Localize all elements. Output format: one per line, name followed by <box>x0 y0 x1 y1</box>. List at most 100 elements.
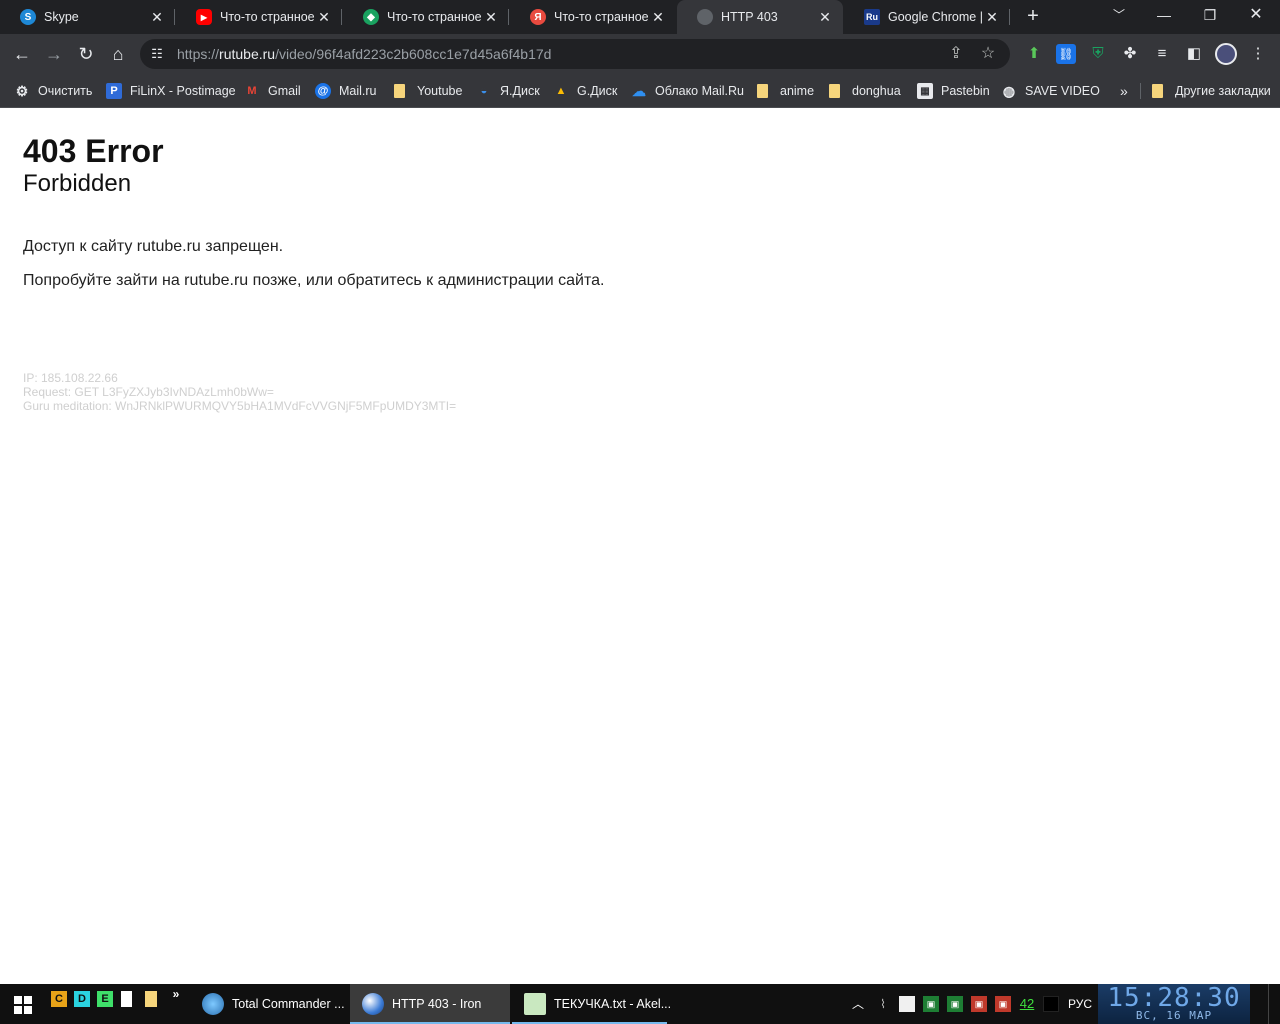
bookmark-yadisk[interactable]: ◒ Я.Диск <box>476 82 540 100</box>
tab-http-403[interactable]: HTTP 403 ✕ <box>677 0 843 34</box>
task-iron-browser[interactable]: HTTP 403 - Iron <box>350 984 510 1024</box>
tray-counter[interactable]: 42 <box>1017 996 1037 1012</box>
tray-red-app-icon-1[interactable]: ▣ <box>971 996 987 1012</box>
tab-title: Что-то странное п <box>387 10 485 24</box>
at-icon: @ <box>315 83 331 99</box>
tab-title: Что-то странное п <box>554 10 652 24</box>
tab-google-chrome[interactable]: Ru Google Chrome | С ✕ <box>844 0 1010 34</box>
folder-icon[interactable] <box>145 991 157 1007</box>
address-bar[interactable]: ☷ https://rutube.ru/video/96f4afd223c2b6… <box>140 39 1010 69</box>
tab-title: Google Chrome | С <box>888 10 986 24</box>
tab-title: HTTP 403 <box>721 10 778 24</box>
bookmark-gdrive[interactable]: ▲ G.Диск <box>553 82 618 100</box>
close-icon[interactable]: ✕ <box>483 9 499 25</box>
gmail-icon: M <box>247 85 257 97</box>
profile-avatar[interactable] <box>1215 43 1237 65</box>
close-icon[interactable]: ✕ <box>650 9 666 25</box>
shield-extension-icon[interactable]: ⛨ <box>1088 44 1108 64</box>
tray-black-app-icon[interactable] <box>1043 996 1059 1012</box>
task-label: Total Commander ... <box>232 997 345 1011</box>
bookmark-postimage[interactable]: P FiLinX - Postimage <box>106 82 236 100</box>
folder-icon <box>394 84 405 98</box>
minimize-button[interactable]: — <box>1141 0 1187 30</box>
extensions-puzzle-icon[interactable]: ✤ <box>1120 44 1140 64</box>
reload-button[interactable]: ↻ <box>72 40 100 68</box>
cloud-icon: ☁ <box>632 82 646 99</box>
bookmark-star-icon[interactable]: ☆ <box>978 44 998 64</box>
close-icon[interactable]: ✕ <box>149 9 165 25</box>
side-panel-icon[interactable]: ◧ <box>1184 44 1204 64</box>
globe-icon: ◍ <box>1002 82 1016 99</box>
home-button[interactable]: ⌂ <box>104 40 132 68</box>
bookmark-label: anime <box>780 84 815 98</box>
page-content: 403 Error Forbidden Доступ к сайту rutub… <box>0 109 1280 984</box>
link-extension-icon[interactable]: ⛓ <box>1056 44 1076 64</box>
tab-yandex[interactable]: Я Что-то странное п ✕ <box>510 0 676 34</box>
bookmarks-divider <box>1140 83 1141 99</box>
quicklaunch-overflow-chevron-icon[interactable]: » <box>168 986 184 1002</box>
bookmark-label: FiLinX - Postimage <box>130 84 236 98</box>
windows-start-icon[interactable] <box>14 996 32 1014</box>
globe-icon <box>697 9 713 25</box>
menu-kebab-icon[interactable]: ⋮ <box>1248 44 1268 64</box>
bookmark-cloud-mailru[interactable]: ☁ Облако Mail.Ru <box>631 82 744 100</box>
url-host: rutube.ru <box>219 46 276 62</box>
bookmark-mailru[interactable]: @ Mail.ru <box>315 82 377 100</box>
clock-date: ВС, 16 МАР <box>1135 1009 1213 1022</box>
close-icon[interactable]: ✕ <box>316 9 332 25</box>
bookmark-youtube-folder[interactable]: Youtube <box>394 82 462 100</box>
tab-green-app[interactable]: ◆ Что-то странное п ✕ <box>343 0 509 34</box>
tray-blank-window-icon[interactable] <box>899 996 915 1012</box>
quicklaunch-drive-d[interactable]: D <box>74 991 90 1007</box>
back-button[interactable]: ← <box>8 40 36 68</box>
green-app-icon: ◆ <box>363 9 379 25</box>
tray-green-app-icon-2[interactable]: ▣ <box>947 996 963 1012</box>
site-info-icon[interactable]: ☷ <box>148 45 166 63</box>
close-icon[interactable]: ✕ <box>817 9 833 25</box>
restore-button[interactable]: ❐ <box>1187 0 1233 30</box>
task-total-commander[interactable]: Total Commander ... <box>190 984 348 1024</box>
bookmark-anime-folder[interactable]: anime <box>757 82 814 100</box>
share-icon[interactable]: ⇪ <box>946 44 966 64</box>
bookmark-label: Gmail <box>268 84 301 98</box>
tab-youtube[interactable]: ▶ Что-то странное п ✕ <box>176 0 342 34</box>
clock[interactable]: 15:28:30 ВС, 16 МАР <box>1098 984 1250 1024</box>
bookmarks-overflow-chevron-icon[interactable]: » <box>1120 82 1128 100</box>
tray-green-app-icon-1[interactable]: ▣ <box>923 996 939 1012</box>
bookmark-donghua-folder[interactable]: donghua <box>829 82 901 100</box>
language-indicator[interactable]: РУС <box>1066 996 1094 1012</box>
bookmark-gmail[interactable]: M Gmail <box>244 82 301 100</box>
retry-later-text: Попробуйте зайти на rutube.ru позже, или… <box>23 272 605 289</box>
bookmark-label: Другие закладки <box>1175 84 1271 98</box>
access-denied-text: Доступ к сайту rutube.ru запрещен. <box>23 238 284 255</box>
folder-icon <box>829 84 840 98</box>
new-tab-button[interactable]: + <box>1022 5 1044 27</box>
guru-meditation-line: Guru meditation: WnJRNklPWURMQVY5bHA1MVd… <box>23 399 457 413</box>
show-desktop-button[interactable] <box>1268 984 1280 1024</box>
green-arrow-extension-icon[interactable]: ⬆ <box>1024 44 1044 64</box>
bookmark-clear[interactable]: ⚙ Очистить <box>14 82 93 100</box>
tray-red-app-icon-2[interactable]: ▣ <box>995 996 1011 1012</box>
close-icon[interactable]: ✕ <box>984 9 1000 25</box>
tab-skype[interactable]: S Skype ✕ <box>0 0 175 34</box>
bookmark-label: Youtube <box>417 84 463 98</box>
document-icon[interactable] <box>121 991 132 1007</box>
url-scheme: https:// <box>177 46 220 62</box>
forward-button[interactable]: → <box>40 40 68 68</box>
browser-toolbar: ← → ↻ ⌂ ☷ https://rutube.ru/video/96f4af… <box>0 34 1280 74</box>
bookmark-other[interactable]: Другие закладки <box>1152 82 1271 100</box>
quicklaunch-drive-e[interactable]: E <box>97 991 113 1007</box>
url-text[interactable]: https://rutube.ru/video/96f4afd223c2b608… <box>177 46 551 62</box>
bookmark-label: donghua <box>852 84 901 98</box>
window-close-button[interactable]: ✕ <box>1233 0 1279 30</box>
paperclip-icon[interactable]: ⌇ <box>876 996 890 1012</box>
error-heading: 403 Error <box>23 133 164 169</box>
bookmark-save-video[interactable]: ◍ SAVE VIDEO <box>1001 82 1100 100</box>
bookmark-pastebin[interactable]: ▦ Pastebin <box>917 82 990 100</box>
tab-search-button[interactable]: ﹀ <box>1096 0 1142 30</box>
media-controls-icon[interactable]: ≡ <box>1152 44 1172 64</box>
task-akelpad[interactable]: ТЕКУЧКА.txt - Akel... <box>512 984 671 1024</box>
ip-line: IP: 185.108.22.66 <box>23 371 118 385</box>
tray-expand-chevron-icon[interactable]: ︿ <box>850 996 866 1012</box>
quicklaunch-drive-c[interactable]: C <box>51 991 67 1007</box>
